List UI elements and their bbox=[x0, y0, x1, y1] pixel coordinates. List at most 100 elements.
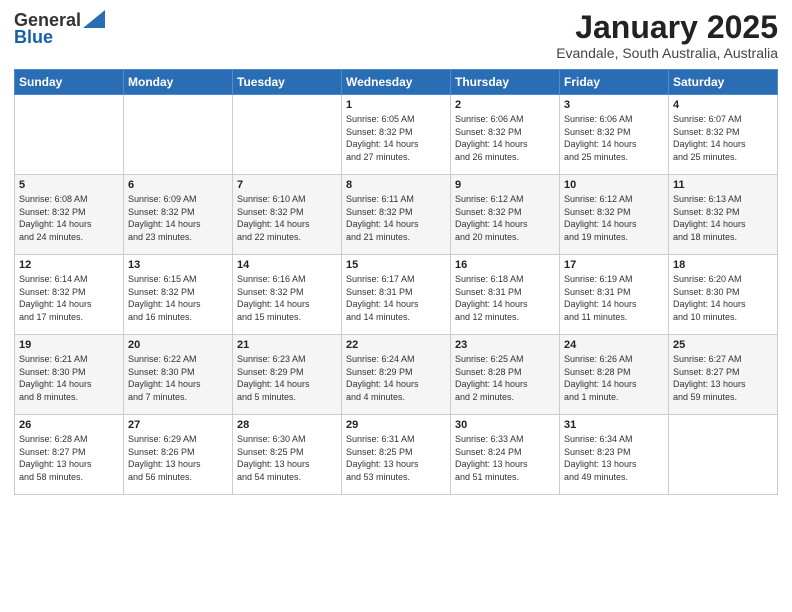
calendar-cell bbox=[233, 95, 342, 175]
day-number: 1 bbox=[346, 99, 446, 111]
header-friday: Friday bbox=[560, 70, 669, 95]
calendar-cell: 21 Sunrise: 6:23 AM Sunset: 8:29 PM Dayli… bbox=[233, 335, 342, 415]
header-sunday: Sunday bbox=[15, 70, 124, 95]
day-info: Sunrise: 6:21 AM Sunset: 8:30 PM Dayligh… bbox=[19, 353, 119, 403]
day-number: 8 bbox=[346, 179, 446, 191]
calendar-week-3: 12Sunrise: 6:14 AM Sunset: 8:32 PM Dayli… bbox=[15, 255, 778, 335]
day-info: Sunrise: 6:33 AM Sunset: 8:24 PM Dayligh… bbox=[455, 433, 555, 483]
day-info: Sunrise: 6:22 AM Sunset: 8:30 PM Dayligh… bbox=[128, 353, 228, 403]
day-number: 13 bbox=[128, 259, 228, 271]
calendar-cell: 5 Sunrise: 6:08 AM Sunset: 8:32 PM Daylig… bbox=[15, 175, 124, 255]
day-number: 27 bbox=[128, 419, 228, 431]
day-number: 28 bbox=[237, 419, 337, 431]
day-info: Sunrise: 6:27 AM Sunset: 8:27 PM Dayligh… bbox=[673, 353, 773, 403]
calendar-cell: 18Sunrise: 6:20 AM Sunset: 8:30 PM Dayli… bbox=[669, 255, 778, 335]
calendar: SundayMondayTuesdayWednesdayThursdayFrid… bbox=[14, 69, 778, 495]
calendar-cell: 14Sunrise: 6:16 AM Sunset: 8:32 PM Dayli… bbox=[233, 255, 342, 335]
day-info: Sunrise: 6:15 AM Sunset: 8:32 PM Dayligh… bbox=[128, 273, 228, 323]
day-info: Sunrise: 6:23 AM Sunset: 8:29 PM Dayligh… bbox=[237, 353, 337, 403]
day-number: 21 bbox=[237, 339, 337, 351]
calendar-cell: 31 Sunrise: 6:34 AM Sunset: 8:23 PM Dayli… bbox=[560, 415, 669, 495]
day-number: 31 bbox=[564, 419, 664, 431]
calendar-cell: 3Sunrise: 6:06 AM Sunset: 8:32 PM Daylig… bbox=[560, 95, 669, 175]
day-info: Sunrise: 6:12 AM Sunset: 8:32 PM Dayligh… bbox=[564, 193, 664, 243]
calendar-cell: 15 Sunrise: 6:17 AM Sunset: 8:31 PM Dayli… bbox=[342, 255, 451, 335]
day-number: 9 bbox=[455, 179, 555, 191]
day-info: Sunrise: 6:26 AM Sunset: 8:28 PM Dayligh… bbox=[564, 353, 664, 403]
day-info: Sunrise: 6:31 AM Sunset: 8:25 PM Dayligh… bbox=[346, 433, 446, 483]
calendar-cell: 29 Sunrise: 6:31 AM Sunset: 8:25 PM Dayli… bbox=[342, 415, 451, 495]
day-info: Sunrise: 6:10 AM Sunset: 8:32 PM Dayligh… bbox=[237, 193, 337, 243]
logo-blue: Blue bbox=[14, 28, 53, 46]
day-number: 25 bbox=[673, 339, 773, 351]
day-number: 16 bbox=[455, 259, 555, 271]
day-number: 6 bbox=[128, 179, 228, 191]
calendar-cell: 13 Sunrise: 6:15 AM Sunset: 8:32 PM Dayli… bbox=[124, 255, 233, 335]
calendar-cell: 22Sunrise: 6:24 AM Sunset: 8:29 PM Dayli… bbox=[342, 335, 451, 415]
day-number: 23 bbox=[455, 339, 555, 351]
day-number: 7 bbox=[237, 179, 337, 191]
day-number: 30 bbox=[455, 419, 555, 431]
day-number: 4 bbox=[673, 99, 773, 111]
day-number: 11 bbox=[673, 179, 773, 191]
calendar-week-1: 1 Sunrise: 6:05 AM Sunset: 8:32 PM Daylig… bbox=[15, 95, 778, 175]
header-thursday: Thursday bbox=[451, 70, 560, 95]
header-wednesday: Wednesday bbox=[342, 70, 451, 95]
day-info: Sunrise: 6:08 AM Sunset: 8:32 PM Dayligh… bbox=[19, 193, 119, 243]
calendar-cell: 27 Sunrise: 6:29 AM Sunset: 8:26 PM Dayli… bbox=[124, 415, 233, 495]
day-number: 20 bbox=[128, 339, 228, 351]
day-info: Sunrise: 6:34 AM Sunset: 8:23 PM Dayligh… bbox=[564, 433, 664, 483]
day-number: 29 bbox=[346, 419, 446, 431]
calendar-cell: 2Sunrise: 6:06 AM Sunset: 8:32 PM Daylig… bbox=[451, 95, 560, 175]
calendar-cell: 26 Sunrise: 6:28 AM Sunset: 8:27 PM Dayli… bbox=[15, 415, 124, 495]
subtitle: Evandale, South Australia, Australia bbox=[556, 45, 778, 61]
day-number: 10 bbox=[564, 179, 664, 191]
day-info: Sunrise: 6:05 AM Sunset: 8:32 PM Dayligh… bbox=[346, 113, 446, 163]
day-info: Sunrise: 6:29 AM Sunset: 8:26 PM Dayligh… bbox=[128, 433, 228, 483]
day-info: Sunrise: 6:12 AM Sunset: 8:32 PM Dayligh… bbox=[455, 193, 555, 243]
header: General Blue January 2025 Evandale, Sout… bbox=[14, 10, 778, 61]
calendar-cell bbox=[15, 95, 124, 175]
day-number: 17 bbox=[564, 259, 664, 271]
day-info: Sunrise: 6:14 AM Sunset: 8:32 PM Dayligh… bbox=[19, 273, 119, 323]
calendar-week-4: 19Sunrise: 6:21 AM Sunset: 8:30 PM Dayli… bbox=[15, 335, 778, 415]
calendar-cell: 1 Sunrise: 6:05 AM Sunset: 8:32 PM Daylig… bbox=[342, 95, 451, 175]
calendar-cell: 9 Sunrise: 6:12 AM Sunset: 8:32 PM Daylig… bbox=[451, 175, 560, 255]
calendar-header-row: SundayMondayTuesdayWednesdayThursdayFrid… bbox=[15, 70, 778, 95]
calendar-cell bbox=[124, 95, 233, 175]
calendar-cell: 8 Sunrise: 6:11 AM Sunset: 8:32 PM Daylig… bbox=[342, 175, 451, 255]
calendar-cell bbox=[669, 415, 778, 495]
day-number: 5 bbox=[19, 179, 119, 191]
calendar-cell: 11 Sunrise: 6:13 AM Sunset: 8:32 PM Dayli… bbox=[669, 175, 778, 255]
day-number: 14 bbox=[237, 259, 337, 271]
calendar-cell: 6 Sunrise: 6:09 AM Sunset: 8:32 PM Daylig… bbox=[124, 175, 233, 255]
day-number: 22 bbox=[346, 339, 446, 351]
calendar-cell: 24 Sunrise: 6:26 AM Sunset: 8:28 PM Dayli… bbox=[560, 335, 669, 415]
calendar-cell: 16Sunrise: 6:18 AM Sunset: 8:31 PM Dayli… bbox=[451, 255, 560, 335]
day-info: Sunrise: 6:28 AM Sunset: 8:27 PM Dayligh… bbox=[19, 433, 119, 483]
header-tuesday: Tuesday bbox=[233, 70, 342, 95]
day-info: Sunrise: 6:06 AM Sunset: 8:32 PM Dayligh… bbox=[455, 113, 555, 163]
day-info: Sunrise: 6:17 AM Sunset: 8:31 PM Dayligh… bbox=[346, 273, 446, 323]
calendar-cell: 28Sunrise: 6:30 AM Sunset: 8:25 PM Dayli… bbox=[233, 415, 342, 495]
calendar-cell: 4 Sunrise: 6:07 AM Sunset: 8:32 PM Daylig… bbox=[669, 95, 778, 175]
calendar-cell: 23 Sunrise: 6:25 AM Sunset: 8:28 PM Dayli… bbox=[451, 335, 560, 415]
logo: General Blue bbox=[14, 10, 105, 46]
day-info: Sunrise: 6:11 AM Sunset: 8:32 PM Dayligh… bbox=[346, 193, 446, 243]
day-number: 15 bbox=[346, 259, 446, 271]
day-info: Sunrise: 6:09 AM Sunset: 8:32 PM Dayligh… bbox=[128, 193, 228, 243]
calendar-cell: 20 Sunrise: 6:22 AM Sunset: 8:30 PM Dayli… bbox=[124, 335, 233, 415]
day-info: Sunrise: 6:25 AM Sunset: 8:28 PM Dayligh… bbox=[455, 353, 555, 403]
day-info: Sunrise: 6:19 AM Sunset: 8:31 PM Dayligh… bbox=[564, 273, 664, 323]
day-number: 26 bbox=[19, 419, 119, 431]
calendar-cell: 12Sunrise: 6:14 AM Sunset: 8:32 PM Dayli… bbox=[15, 255, 124, 335]
page: General Blue January 2025 Evandale, Sout… bbox=[0, 0, 792, 612]
day-number: 24 bbox=[564, 339, 664, 351]
calendar-cell: 30 Sunrise: 6:33 AM Sunset: 8:24 PM Dayli… bbox=[451, 415, 560, 495]
day-info: Sunrise: 6:07 AM Sunset: 8:32 PM Dayligh… bbox=[673, 113, 773, 163]
calendar-week-5: 26 Sunrise: 6:28 AM Sunset: 8:27 PM Dayli… bbox=[15, 415, 778, 495]
day-info: Sunrise: 6:13 AM Sunset: 8:32 PM Dayligh… bbox=[673, 193, 773, 243]
calendar-cell: 25 Sunrise: 6:27 AM Sunset: 8:27 PM Dayli… bbox=[669, 335, 778, 415]
calendar-cell: 17 Sunrise: 6:19 AM Sunset: 8:31 PM Dayli… bbox=[560, 255, 669, 335]
header-monday: Monday bbox=[124, 70, 233, 95]
